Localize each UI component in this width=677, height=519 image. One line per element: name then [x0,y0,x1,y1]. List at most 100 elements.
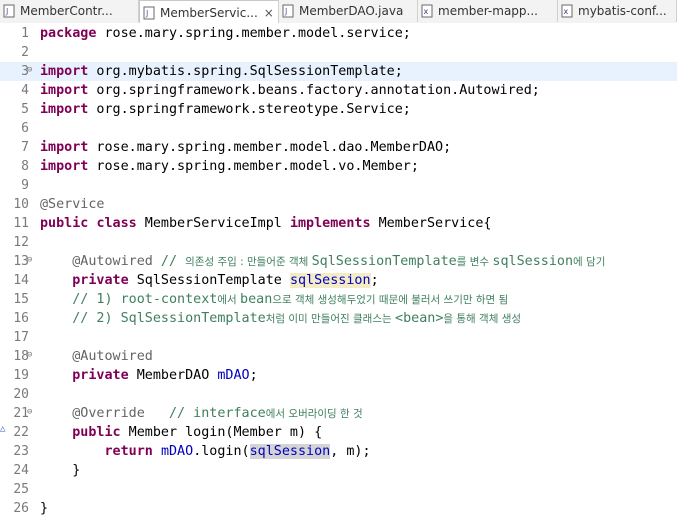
line-number: 11 [13,216,29,231]
field-sqlsession: sqlSession [289,273,371,288]
tab-member-controller[interactable]: J MemberContr... [0,0,139,22]
code-text: } [40,501,49,516]
code-line-15: 15 // 1) root-context에서 bean으로 객체 생성해두었기… [0,290,677,309]
line-number: 10 [13,197,29,212]
annotation: @Autowired [72,254,153,269]
svg-text:x: x [564,7,569,16]
keyword: import [40,102,89,117]
code-line-3: 3 ⊖ import org.mybatis.spring.SqlSession… [0,62,677,81]
line-number: 17 [13,330,29,345]
keyword: import [40,140,89,155]
code-line-22: △ 22 public Member login(Member m) { [0,423,677,442]
line-number: 6 [21,121,29,136]
comment: // 1) root-context에서 bean으로 객체 생성해두었기 때문… [72,292,509,307]
fold-collapse-icon[interactable]: ⊖ [27,404,36,421]
tab-member-mapper[interactable]: x member-mapp... [418,0,558,22]
code-line-26: 26 } [0,499,677,518]
line-number: 7 [21,140,29,155]
line-number: 16 [13,311,29,326]
code-line-10: 10 @Service [0,195,677,214]
keyword: class [96,216,137,231]
field-mdao: mDAO [217,368,250,383]
code-line-6: 6 [0,119,677,138]
tab-label: MemberDAO.java [299,4,404,18]
keyword: return [104,444,153,459]
keyword: public [72,425,121,440]
line-number: 5 [21,102,29,117]
line-number: 23 [13,444,29,459]
keyword: public [40,216,89,231]
keyword: import [40,64,89,79]
line-number: 18 [13,349,29,364]
annotation: @Override [72,406,145,421]
code-line-16: 16 // 2) SqlSessionTemplate처럼 이미 만들어진 클래… [0,309,677,328]
code-line-12: 12 [0,233,677,252]
code-line-11: 11 public class MemberServiceImpl implem… [0,214,677,233]
annotation: @Autowired [72,349,153,364]
line-number: 9 [21,178,29,193]
code-text: rose.mary.spring.member.model.service; [96,26,411,41]
tab-member-service-impl[interactable]: J MemberServic... × [139,0,279,24]
type-name: MemberDAO [128,368,218,383]
line-number: 26 [13,501,29,516]
fold-collapse-icon[interactable]: ⊖ [27,62,36,79]
field-sqlsession: sqlSession [249,444,331,459]
tab-member-dao[interactable]: J MemberDAO.java [279,0,418,22]
line-number: 20 [13,387,29,402]
line-number: 14 [13,273,29,288]
line-number: 21 [13,406,29,421]
code-text: rose.mary.spring.member.model.vo.Member; [88,159,419,174]
code-text: org.mybatis.spring.SqlSessionTemplate; [88,64,403,79]
line-number: 1 [21,26,29,41]
code-text: MemberService{ [370,216,492,231]
line-number: 19 [13,368,29,383]
svg-text:J: J [145,9,148,18]
code-line-7: 7 import rose.mary.spring.member.model.d… [0,138,677,157]
type-name: SqlSessionTemplate [128,273,290,288]
keyword: private [72,273,129,288]
code-text: org.springframework.beans.factory.annota… [88,83,540,98]
line-number: 24 [13,463,29,478]
line-number: 22 [13,425,29,440]
editor-tab-bar: J MemberContr... J MemberServic... × J M… [0,0,677,24]
line-number: 13 [13,254,29,269]
annotation: @Service [40,197,105,212]
comment: // 의존성 주입 : 만들어준 객체 SqlSessionTemplate를 … [152,254,606,269]
code-line-5: 5 import org.springframework.stereotype.… [0,100,677,119]
line-number: 25 [13,482,29,497]
line-number: 2 [21,45,29,60]
xml-file-icon: x [421,4,433,18]
svg-text:J: J [5,7,8,16]
field-mdao: mDAO [160,444,194,459]
close-icon[interactable]: × [264,6,274,20]
code-line-14: 14 private SqlSessionTemplate sqlSession… [0,271,677,290]
svg-text:J: J [284,7,287,16]
code-line-23: 23 return mDAO.login(sqlSession, m); [0,442,677,461]
keyword: implements [289,216,371,231]
code-line-4: 4 import org.springframework.beans.facto… [0,81,677,100]
code-line-9: 9 [0,176,677,195]
code-line-8: 8 import rose.mary.spring.member.model.v… [0,157,677,176]
class-name: MemberServiceImpl [136,216,290,231]
code-line-13: 13 ⊖ @Autowired // 의존성 주입 : 만들어준 객체 SqlS… [0,252,677,271]
code-line-19: 19 private MemberDAO mDAO; [0,366,677,385]
tab-mybatis-config[interactable]: x mybatis-conf... [558,0,677,22]
fold-collapse-icon[interactable]: ⊖ [27,252,36,269]
keyword: package [40,26,97,41]
code-line-17: 17 [0,328,677,347]
keyword: import [40,83,89,98]
comment: // interface에서 오버라이딩 한 것 [144,406,363,421]
code-editor[interactable]: 1 package rose.mary.spring.member.model.… [0,23,677,519]
fold-collapse-icon[interactable]: ⊖ [27,347,36,364]
code-text: .login( [193,444,250,459]
java-file-icon: J [3,4,15,18]
code-text: , m); [330,444,371,459]
code-text: } [72,463,81,478]
line-number: 3 [21,64,29,79]
code-line-25: 25 [0,480,677,499]
keyword: private [72,368,129,383]
code-text: rose.mary.spring.member.model.dao.Member… [88,140,452,155]
java-file-icon: J [143,6,155,20]
code-line-2: 2 [0,43,677,62]
code-text: ; [370,273,379,288]
